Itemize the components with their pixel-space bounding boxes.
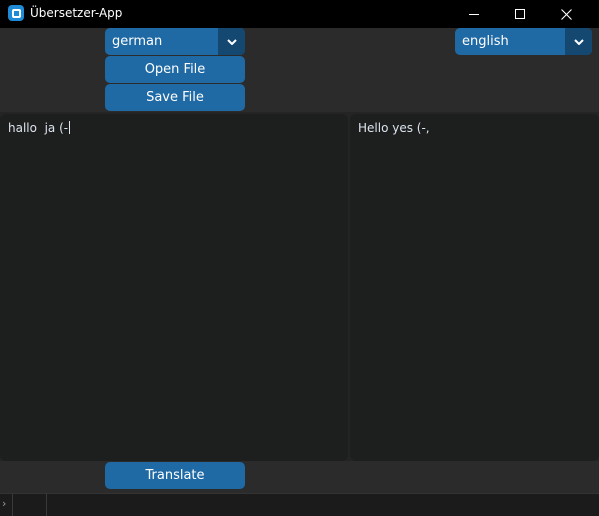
save-file-button[interactable]: Save File (105, 84, 245, 111)
close-icon (560, 8, 572, 20)
chevron-right-icon[interactable]: › (2, 497, 6, 511)
bottom-control-panel (0, 461, 599, 493)
translated-text: Hello yes (-, (358, 121, 430, 135)
minimize-button[interactable] (451, 0, 497, 28)
target-language-select[interactable]: english (455, 28, 592, 55)
divider (12, 494, 13, 516)
target-language-value: english (462, 34, 509, 49)
app-window: Übersetzer-App german english Open File … (0, 0, 599, 516)
source-text: hallo ja (- (8, 120, 71, 136)
maximize-icon (515, 9, 525, 19)
app-icon (8, 5, 24, 21)
close-button[interactable] (543, 0, 589, 28)
text-caret (69, 121, 71, 134)
source-text-input[interactable]: hallo ja (- (0, 114, 348, 461)
status-bar: › (0, 493, 599, 516)
chevron-down-icon[interactable] (565, 28, 592, 55)
open-file-button[interactable]: Open File (105, 56, 245, 83)
window-title: Übersetzer-App (30, 6, 123, 20)
chevron-down-icon[interactable] (218, 28, 245, 55)
source-text-value: hallo ja (- (8, 121, 69, 135)
divider (46, 494, 47, 516)
minimize-icon (469, 13, 479, 15)
translate-button[interactable]: Translate (105, 462, 245, 489)
title-bar[interactable]: Übersetzer-App (0, 0, 599, 28)
translated-text-output[interactable]: Hello yes (-, (350, 114, 599, 461)
source-language-select[interactable]: german (105, 28, 245, 55)
source-language-value: german (112, 34, 163, 49)
maximize-button[interactable] (497, 0, 543, 28)
